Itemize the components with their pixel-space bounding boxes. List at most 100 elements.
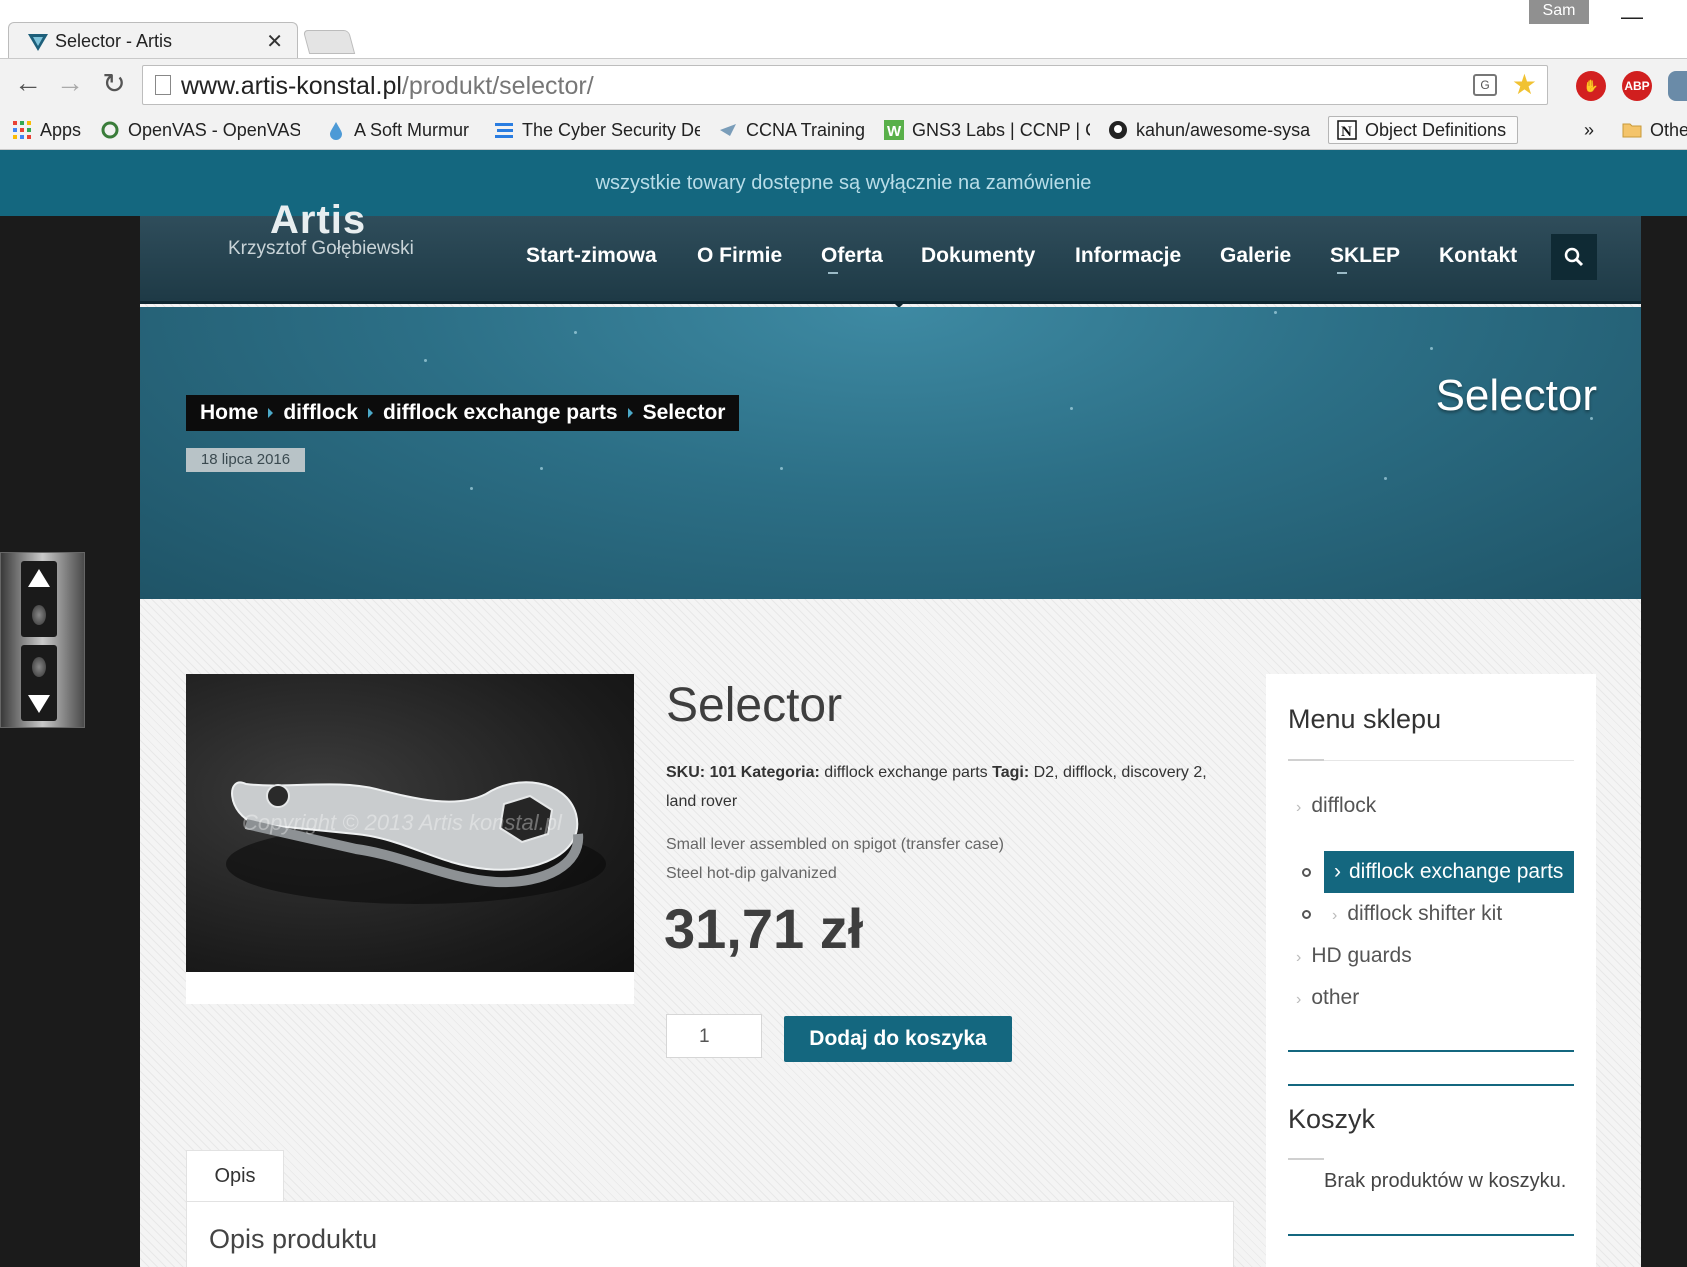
nav-dropdown-indicator: [1337, 272, 1347, 274]
browser-tab[interactable]: Selector - Artis ✕: [8, 22, 298, 60]
widget-divider: [1288, 1084, 1574, 1086]
bookmark-openvas[interactable]: OpenVAS - OpenVAS: [100, 116, 300, 144]
description-line: Steel hot-dip galvanized: [666, 865, 837, 882]
bookmark-soft-murmur[interactable]: A Soft Murmur: [326, 116, 476, 144]
add-to-cart-button[interactable]: Dodaj do koszyka: [784, 1016, 1012, 1062]
translate-icon[interactable]: G: [1473, 74, 1497, 96]
scroll-down-button[interactable]: [21, 645, 57, 721]
minimize-icon[interactable]: —: [1621, 4, 1643, 30]
nav-kontakt[interactable]: Kontakt: [1439, 244, 1517, 268]
breadcrumb-separator-icon: [627, 408, 633, 418]
nav-sklep[interactable]: SKLEP: [1330, 244, 1400, 268]
category-difflock-shifter-kit[interactable]: › difflock shifter kit: [1332, 902, 1502, 926]
bookmark-apps[interactable]: Apps: [12, 116, 92, 144]
site-logo[interactable]: Artis: [270, 198, 366, 243]
cloud-icon[interactable]: [1668, 71, 1687, 101]
bookmark-label: Othe: [1650, 119, 1687, 140]
notice-bar: wszystkie towary dostępne są wyłącznie n…: [0, 150, 1687, 216]
adblock-icon[interactable]: ABP: [1622, 71, 1652, 101]
nav-o-firmie[interactable]: O Firmie: [697, 244, 782, 268]
url-host: www.artis-konstal.pl: [181, 72, 402, 100]
cart-title: Koszyk: [1288, 1104, 1376, 1134]
search-button[interactable]: [1551, 234, 1597, 280]
close-tab-icon[interactable]: ✕: [266, 29, 283, 54]
svg-text:W: W: [887, 123, 902, 140]
divider-accent: [1288, 1158, 1324, 1160]
image-watermark: Copyright © 2013 Artis konstal.pl: [242, 810, 562, 835]
site-logo-subtitle: Krzysztof Gołębiewski: [228, 238, 414, 259]
divider: [1288, 760, 1574, 761]
category-difflock-exchange-parts[interactable]: › difflock exchange parts: [1324, 851, 1574, 893]
breadcrumb-exchange-parts[interactable]: difflock exchange parts: [383, 401, 618, 425]
category-link[interactable]: difflock exchange parts: [824, 764, 987, 781]
breadcrumb-separator-icon: [268, 408, 274, 418]
knob-icon: [32, 657, 46, 677]
tab-description[interactable]: Opis: [186, 1150, 284, 1202]
bookmark-label: The Cyber Security De: [522, 119, 700, 140]
ccna-icon: [720, 124, 736, 136]
nav-informacje[interactable]: Informacje: [1075, 244, 1181, 268]
forward-arrow-icon[interactable]: →: [52, 67, 88, 99]
product-meta: SKU: 101 Kategoria: difflock exchange pa…: [666, 758, 1226, 816]
bookmark-other[interactable]: Othe: [1622, 116, 1687, 144]
nav-start-zimowa[interactable]: Start-zimowa: [526, 244, 657, 268]
bookmarks-overflow[interactable]: »: [1584, 116, 1604, 144]
back-arrow-icon[interactable]: ←: [10, 67, 46, 99]
bookmark-object-definitions[interactable]: N Object Definitions: [1328, 116, 1518, 144]
bookmark-label: kahun/awesome-sysa: [1136, 119, 1311, 140]
nav-oferta[interactable]: Oferta: [821, 244, 883, 268]
gns3-icon: W: [884, 120, 904, 140]
nav-dropdown-indicator: [828, 272, 838, 274]
category-hd-guards[interactable]: › HD guards: [1296, 944, 1412, 968]
droplet-icon: [330, 122, 342, 140]
breadcrumb-difflock[interactable]: difflock: [283, 401, 358, 425]
bookmark-gns3[interactable]: W GNS3 Labs | CCNP | C: [884, 116, 1090, 144]
category-label: difflock shifter kit: [1347, 902, 1503, 925]
nav-dokumenty[interactable]: Dokumenty: [921, 244, 1035, 268]
sparkle: [780, 467, 783, 470]
widget-divider: [1288, 1050, 1574, 1052]
breadcrumb-home[interactable]: Home: [200, 401, 258, 425]
bookmark-label: Apps: [40, 119, 82, 140]
list-bullet: [1302, 910, 1311, 919]
bookmark-cyber-security[interactable]: The Cyber Security De: [494, 116, 700, 144]
new-tab-button[interactable]: [302, 30, 356, 54]
reload-icon[interactable]: ↻: [96, 67, 132, 100]
sparkle: [1274, 311, 1277, 314]
bookmark-label: CCNA Training: [746, 119, 866, 140]
bookmark-github[interactable]: kahun/awesome-sysa: [1108, 116, 1316, 144]
sparkle: [1384, 477, 1387, 480]
address-bar[interactable]: www.artis-konstal.pl/produkt/selector/ G…: [142, 65, 1548, 105]
widget-divider: [1288, 1234, 1574, 1236]
category-other[interactable]: › other: [1296, 986, 1359, 1010]
product-photo[interactable]: Copyright © 2013 Artis konstal.pl: [186, 674, 634, 972]
arrow-down-icon: [28, 695, 50, 713]
product-title: Selector: [666, 679, 843, 732]
tags-label: Tagi:: [992, 764, 1030, 781]
bookmark-ccna[interactable]: CCNA Training: [718, 116, 868, 144]
sparkle: [470, 487, 473, 490]
page-icon: [155, 75, 171, 95]
lines-icon: [495, 123, 513, 138]
cart-empty-message: Brak produktów w koszyku.: [1324, 1170, 1567, 1192]
hand-stop-icon[interactable]: ✋: [1576, 71, 1606, 101]
tab-title: Selector - Artis: [55, 31, 173, 51]
svg-text:N: N: [1341, 124, 1352, 140]
scroll-up-button[interactable]: [21, 561, 57, 637]
category-difflock[interactable]: › difflock: [1296, 794, 1376, 818]
site-header: Artis Krzysztof Gołębiewski Start-zimowa…: [140, 198, 1641, 308]
star-icon[interactable]: ★: [1512, 68, 1537, 101]
url-text[interactable]: www.artis-konstal.pl/produkt/selector/: [181, 72, 594, 101]
bookmarks-bar: Apps OpenVAS - OpenVAS A Soft Murmur The…: [0, 110, 1687, 150]
category-label: difflock exchange parts: [1349, 860, 1564, 883]
product-image-frame[interactable]: Copyright © 2013 Artis konstal.pl: [186, 674, 634, 1004]
profile-badge[interactable]: Sam: [1529, 0, 1589, 24]
browser-chrome: Selector - Artis ✕ Sam — ← → ↻ www.artis…: [0, 0, 1687, 150]
quantity-input[interactable]: 1: [666, 1014, 762, 1058]
chevron-right-icon: ›: [1296, 949, 1302, 966]
nav-galerie[interactable]: Galerie: [1220, 244, 1291, 268]
tab-panel-heading: Opis produktu: [209, 1224, 378, 1254]
sparkle: [574, 331, 577, 334]
category-label: HD guards: [1311, 944, 1412, 967]
divider-accent: [1288, 759, 1324, 761]
